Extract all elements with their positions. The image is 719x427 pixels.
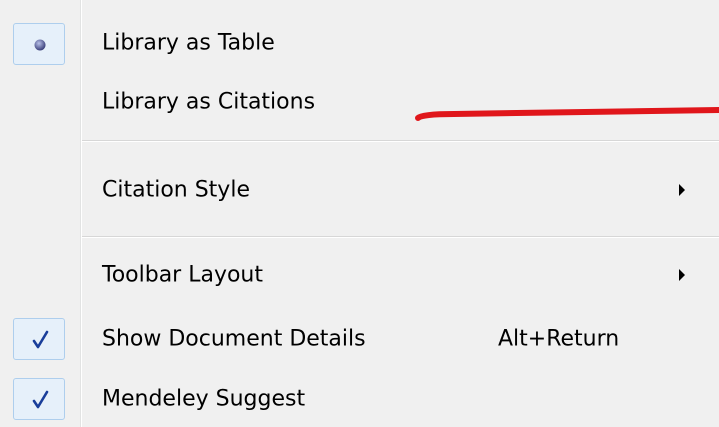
menu-item-label: Library as Table — [102, 30, 275, 56]
red-annotation-line — [415, 107, 719, 121]
keyboard-shortcut: Alt+Return — [498, 326, 620, 352]
menu-item-mendeley-suggest[interactable]: Mendeley Suggest — [0, 375, 719, 423]
submenu-arrow-icon — [679, 184, 685, 196]
menu-separator — [82, 140, 719, 142]
menu-item-show-document-details[interactable]: Show Document Details Alt+Return — [0, 315, 719, 363]
checkmark-icon — [32, 390, 49, 409]
check-highlight-box — [13, 378, 65, 420]
checkmark-icon — [32, 330, 49, 349]
menu-item-toolbar-layout[interactable]: Toolbar Layout — [0, 251, 719, 299]
radio-highlight-box — [13, 23, 65, 65]
menu-item-label: Citation Style — [102, 177, 250, 203]
menu-item-citation-style[interactable]: Citation Style — [0, 166, 719, 214]
menu-item-label: Library as Citations — [102, 89, 316, 115]
menu-item-label: Toolbar Layout — [102, 262, 264, 288]
submenu-arrow-icon — [679, 269, 685, 281]
menu-item-label: Show Document Details — [102, 326, 366, 352]
menu-item-label: Mendeley Suggest — [102, 386, 306, 412]
context-menu: Library as Table Library as Citations Ci… — [0, 0, 719, 427]
menu-separator — [82, 236, 719, 238]
check-highlight-box — [13, 318, 65, 360]
radio-dot-icon — [34, 39, 46, 51]
menu-item-library-as-table[interactable]: Library as Table — [0, 19, 719, 67]
